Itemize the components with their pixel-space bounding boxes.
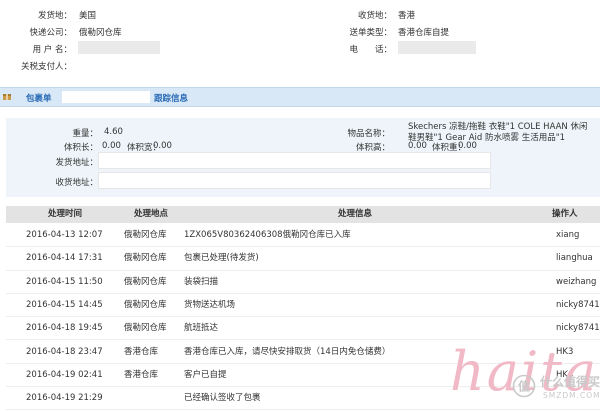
package-section-bar: 包裹单 跟踪信息 <box>0 87 600 107</box>
tracking-info-link[interactable]: 跟踪信息 <box>154 92 188 104</box>
row-time: 2016-04-15 14:45 <box>26 299 103 310</box>
table-row: 2016-04-18 19:45 俄勒冈仓库 航班抵达 nicky8741 <box>6 317 600 341</box>
row-info: 货物送达机场 <box>184 299 236 310</box>
row-time: 2016-04-18 19:45 <box>26 323 103 334</box>
table-row: 2016-04-15 14:45 俄勒冈仓库 货物送达机场 nicky8741 <box>6 294 600 318</box>
table-row: 2016-04-13 12:07 俄勒冈仓库 1ZX065V80362406308俄… <box>6 224 600 248</box>
tracking-table-header: 处理时间 处理地点 处理信息 操作人 <box>6 206 600 223</box>
row-location: 俄勒冈仓库 <box>124 230 167 240</box>
courier-value: 俄勒冈仓库 <box>79 28 122 38</box>
package-section-title: 包裹单 <box>26 94 52 104</box>
product-name-label: 物品名称： <box>347 129 390 139</box>
row-time: 2016-04-19 02:41 <box>26 369 103 380</box>
receiver-address-label: 收货地址： <box>55 178 98 188</box>
svg-text:值: 值 <box>518 379 530 394</box>
row-info: 航班抵达 <box>184 323 219 334</box>
row-operator: weizhang <box>556 276 597 287</box>
row-operator: nicky8741 <box>556 323 600 334</box>
row-time: 2016-04-19 21:29 <box>26 393 103 404</box>
volume-width-value: 0.00 <box>153 141 172 151</box>
package-icon <box>2 92 12 102</box>
ship-from-value: 美国 <box>79 11 97 21</box>
row-time: 2016-04-14 17:31 <box>26 253 103 264</box>
volume-length-value: 0.00 <box>102 141 121 151</box>
header-info: 处理信息 <box>338 209 373 219</box>
sender-address-field <box>98 152 491 169</box>
row-info: 装袋扫描 <box>184 276 219 287</box>
username-label: 用 户 名： <box>32 45 72 55</box>
phone-value <box>398 41 476 54</box>
weight-label: 重量： <box>72 129 98 139</box>
product-name-value: Skechers 凉鞋/拖鞋 衣鞋"1 COLE HAAN 休闲鞋男鞋"1 Ge… <box>408 122 588 143</box>
header-location: 处理地点 <box>134 209 169 219</box>
row-operator: lianghua <box>556 253 593 264</box>
row-location: 俄勒冈仓库 <box>124 276 167 287</box>
table-row: 2016-04-15 11:50 俄勒冈仓库 装袋扫描 weizhang <box>6 271 600 294</box>
smzdm-domain-text: SMZDM.COM <box>543 391 600 400</box>
row-location: 俄勒冈仓库 <box>124 299 167 310</box>
header-time: 处理时间 <box>48 209 83 219</box>
row-operator: nicky8741 <box>556 299 600 310</box>
sender-address-label: 发货地址： <box>55 158 98 168</box>
volume-weight-value: 0.00 <box>458 141 477 151</box>
row-info: 香港仓库已入库，请尽快安排取货（14日内免仓储费） <box>184 346 391 357</box>
delivery-type-label: 送单类型： <box>349 28 392 38</box>
weight-value: 4.60 <box>104 127 123 137</box>
row-info: 包裹已处理(待发货) <box>184 253 259 264</box>
tracking-number-field <box>62 91 150 103</box>
receiver-address-field <box>98 172 491 189</box>
row-info: 客户已自提 <box>184 369 227 380</box>
ship-to-value: 香港 <box>398 11 416 21</box>
courier-label: 快递公司： <box>29 28 72 38</box>
row-time: 2016-04-13 12:07 <box>26 230 103 240</box>
smzdm-logo-icon: 值 <box>512 374 536 398</box>
row-time: 2016-04-15 11:50 <box>26 276 103 287</box>
row-info: 已经确认签收了包裹 <box>184 393 261 404</box>
ship-from-label: 发货地： <box>37 11 72 21</box>
smzdm-brand-text: 什么值得买 <box>540 375 600 389</box>
header-operator: 操作人 <box>552 209 578 219</box>
tax-payer-label: 关税支付人： <box>20 62 72 72</box>
phone-label: 电 话： <box>349 45 392 55</box>
ship-to-label: 收货地： <box>357 11 392 21</box>
row-location: 俄勒冈仓库 <box>124 323 167 334</box>
row-location: 香港仓库 <box>124 369 159 380</box>
table-row: 2016-04-14 17:31 俄勒冈仓库 包裹已处理(待发货) lianghua <box>6 247 600 271</box>
row-location: 俄勒冈仓库 <box>124 253 167 264</box>
row-operator: xiang <box>556 230 580 240</box>
row-info: 1ZX065V80362406308俄勒冈仓库已入库 <box>184 230 351 240</box>
volume-height-value: 0.00 <box>408 141 427 151</box>
row-time: 2016-04-18 23:47 <box>26 346 103 357</box>
volume-length-label: 体积长： <box>63 143 98 153</box>
delivery-type-value: 香港仓库自提 <box>398 28 450 38</box>
row-location: 香港仓库 <box>124 346 159 357</box>
username-value <box>78 41 160 54</box>
